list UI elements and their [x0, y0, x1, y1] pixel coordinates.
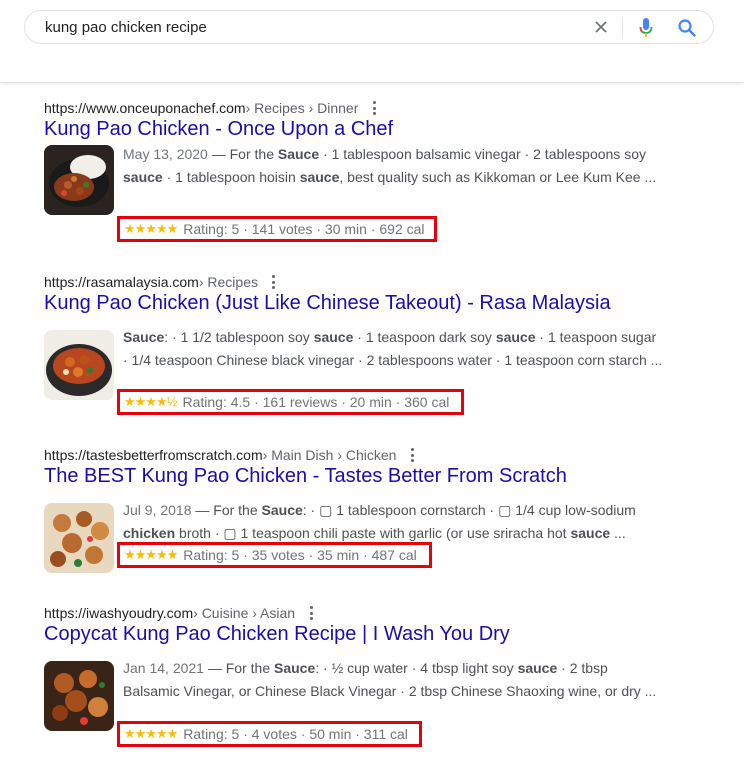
result-thumbnail[interactable] — [44, 661, 114, 731]
result-breadcrumb[interactable]: https://www.onceuponachef.com › Recipes … — [44, 98, 376, 118]
search-divider — [622, 18, 623, 38]
result-title-link[interactable]: Kung Pao Chicken - Once Upon a Chef — [44, 116, 393, 142]
microphone-icon[interactable] — [638, 17, 654, 39]
result-date: Jul 9, 2018 — [123, 502, 192, 518]
rating-highlight-box: ★★★★★ Rating: 5 · 35 votes · 35 min · 48… — [117, 542, 432, 568]
result-breadcrumb[interactable]: https://tastesbetterfromscratch.com › Ma… — [44, 445, 414, 465]
rating-highlight-box: ★★★★★ Rating: 5 · 141 votes · 30 min · 6… — [117, 216, 437, 242]
close-icon[interactable] — [593, 19, 609, 35]
more-options-icon[interactable] — [410, 448, 414, 462]
rating-stars: ★★★★★ — [124, 221, 178, 236]
result-title-link[interactable]: Kung Pao Chicken (Just Like Chinese Take… — [44, 290, 611, 316]
result-thumbnail[interactable] — [44, 503, 114, 573]
more-options-icon[interactable] — [272, 275, 276, 289]
rating-text: Rating: 4.5 · 161 reviews · 20 min · 360… — [182, 394, 450, 410]
result-snippet: May 13, 2020 — For the Sauce · 1 tablesp… — [123, 143, 663, 212]
result-snippet-text: — For the Sauce: · ▢ 1 tablespoon cornst… — [123, 502, 636, 541]
result-snippet: Sauce: · 1 1/2 tablespoon soy sauce · 1 … — [123, 326, 663, 392]
result-snippet-text: Sauce: · 1 1/2 tablespoon soy sauce · 1 … — [123, 329, 663, 368]
result-path: › Recipes › Dinner — [245, 100, 359, 116]
more-options-icon[interactable] — [309, 606, 313, 620]
result-date: Jan 14, 2021 — [123, 660, 204, 676]
rating-text: Rating: 5 · 4 votes · 50 min · 311 cal — [183, 726, 408, 742]
result-thumbnail[interactable] — [44, 330, 114, 400]
result-path: › Cuisine › Asian — [193, 605, 296, 621]
search-header: kung pao chicken recipe — [0, 0, 744, 83]
rating-stars: ★★★★★ — [124, 547, 178, 562]
rating-stars: ★★★★★ — [124, 726, 178, 741]
rating-stars: ★★★★½ — [124, 394, 177, 409]
result-date: May 13, 2020 — [123, 146, 208, 162]
result-path: › Main Dish › Chicken — [262, 447, 397, 463]
result-snippet-text: — For the Sauce: · ½ cup water · 4 tbsp … — [123, 660, 657, 699]
search-icon[interactable] — [677, 18, 697, 38]
search-box[interactable]: kung pao chicken recipe — [24, 10, 714, 44]
more-options-icon[interactable] — [372, 101, 376, 115]
result-snippet: Jan 14, 2021 — For the Sauce: · ½ cup wa… — [123, 657, 663, 726]
result-thumbnail[interactable] — [44, 145, 114, 215]
result-title-link[interactable]: Copycat Kung Pao Chicken Recipe | I Wash… — [44, 621, 510, 647]
result-snippet: Jul 9, 2018 — For the Sauce: · ▢ 1 table… — [123, 499, 663, 545]
result-domain: https://tastesbetterfromscratch.com — [44, 447, 263, 463]
rating-text: Rating: 5 · 141 votes · 30 min · 692 cal — [183, 221, 425, 237]
result-domain: https://www.onceuponachef.com — [44, 100, 246, 116]
result-domain: https://iwashyoudry.com — [44, 605, 194, 621]
result-breadcrumb[interactable]: https://iwashyoudry.com › Cuisine › Asia… — [44, 603, 313, 623]
result-domain: https://rasamalaysia.com — [44, 274, 199, 290]
result-path: › Recipes — [198, 274, 258, 290]
rating-highlight-box: ★★★★½ Rating: 4.5 · 161 reviews · 20 min… — [117, 389, 464, 415]
result-breadcrumb[interactable]: https://rasamalaysia.com › Recipes — [44, 272, 276, 292]
rating-highlight-box: ★★★★★ Rating: 5 · 4 votes · 50 min · 311… — [117, 721, 422, 747]
search-input[interactable]: kung pao chicken recipe — [45, 19, 207, 36]
rating-text: Rating: 5 · 35 votes · 35 min · 487 cal — [183, 547, 417, 563]
result-title-link[interactable]: The BEST Kung Pao Chicken - Tastes Bette… — [44, 463, 567, 489]
